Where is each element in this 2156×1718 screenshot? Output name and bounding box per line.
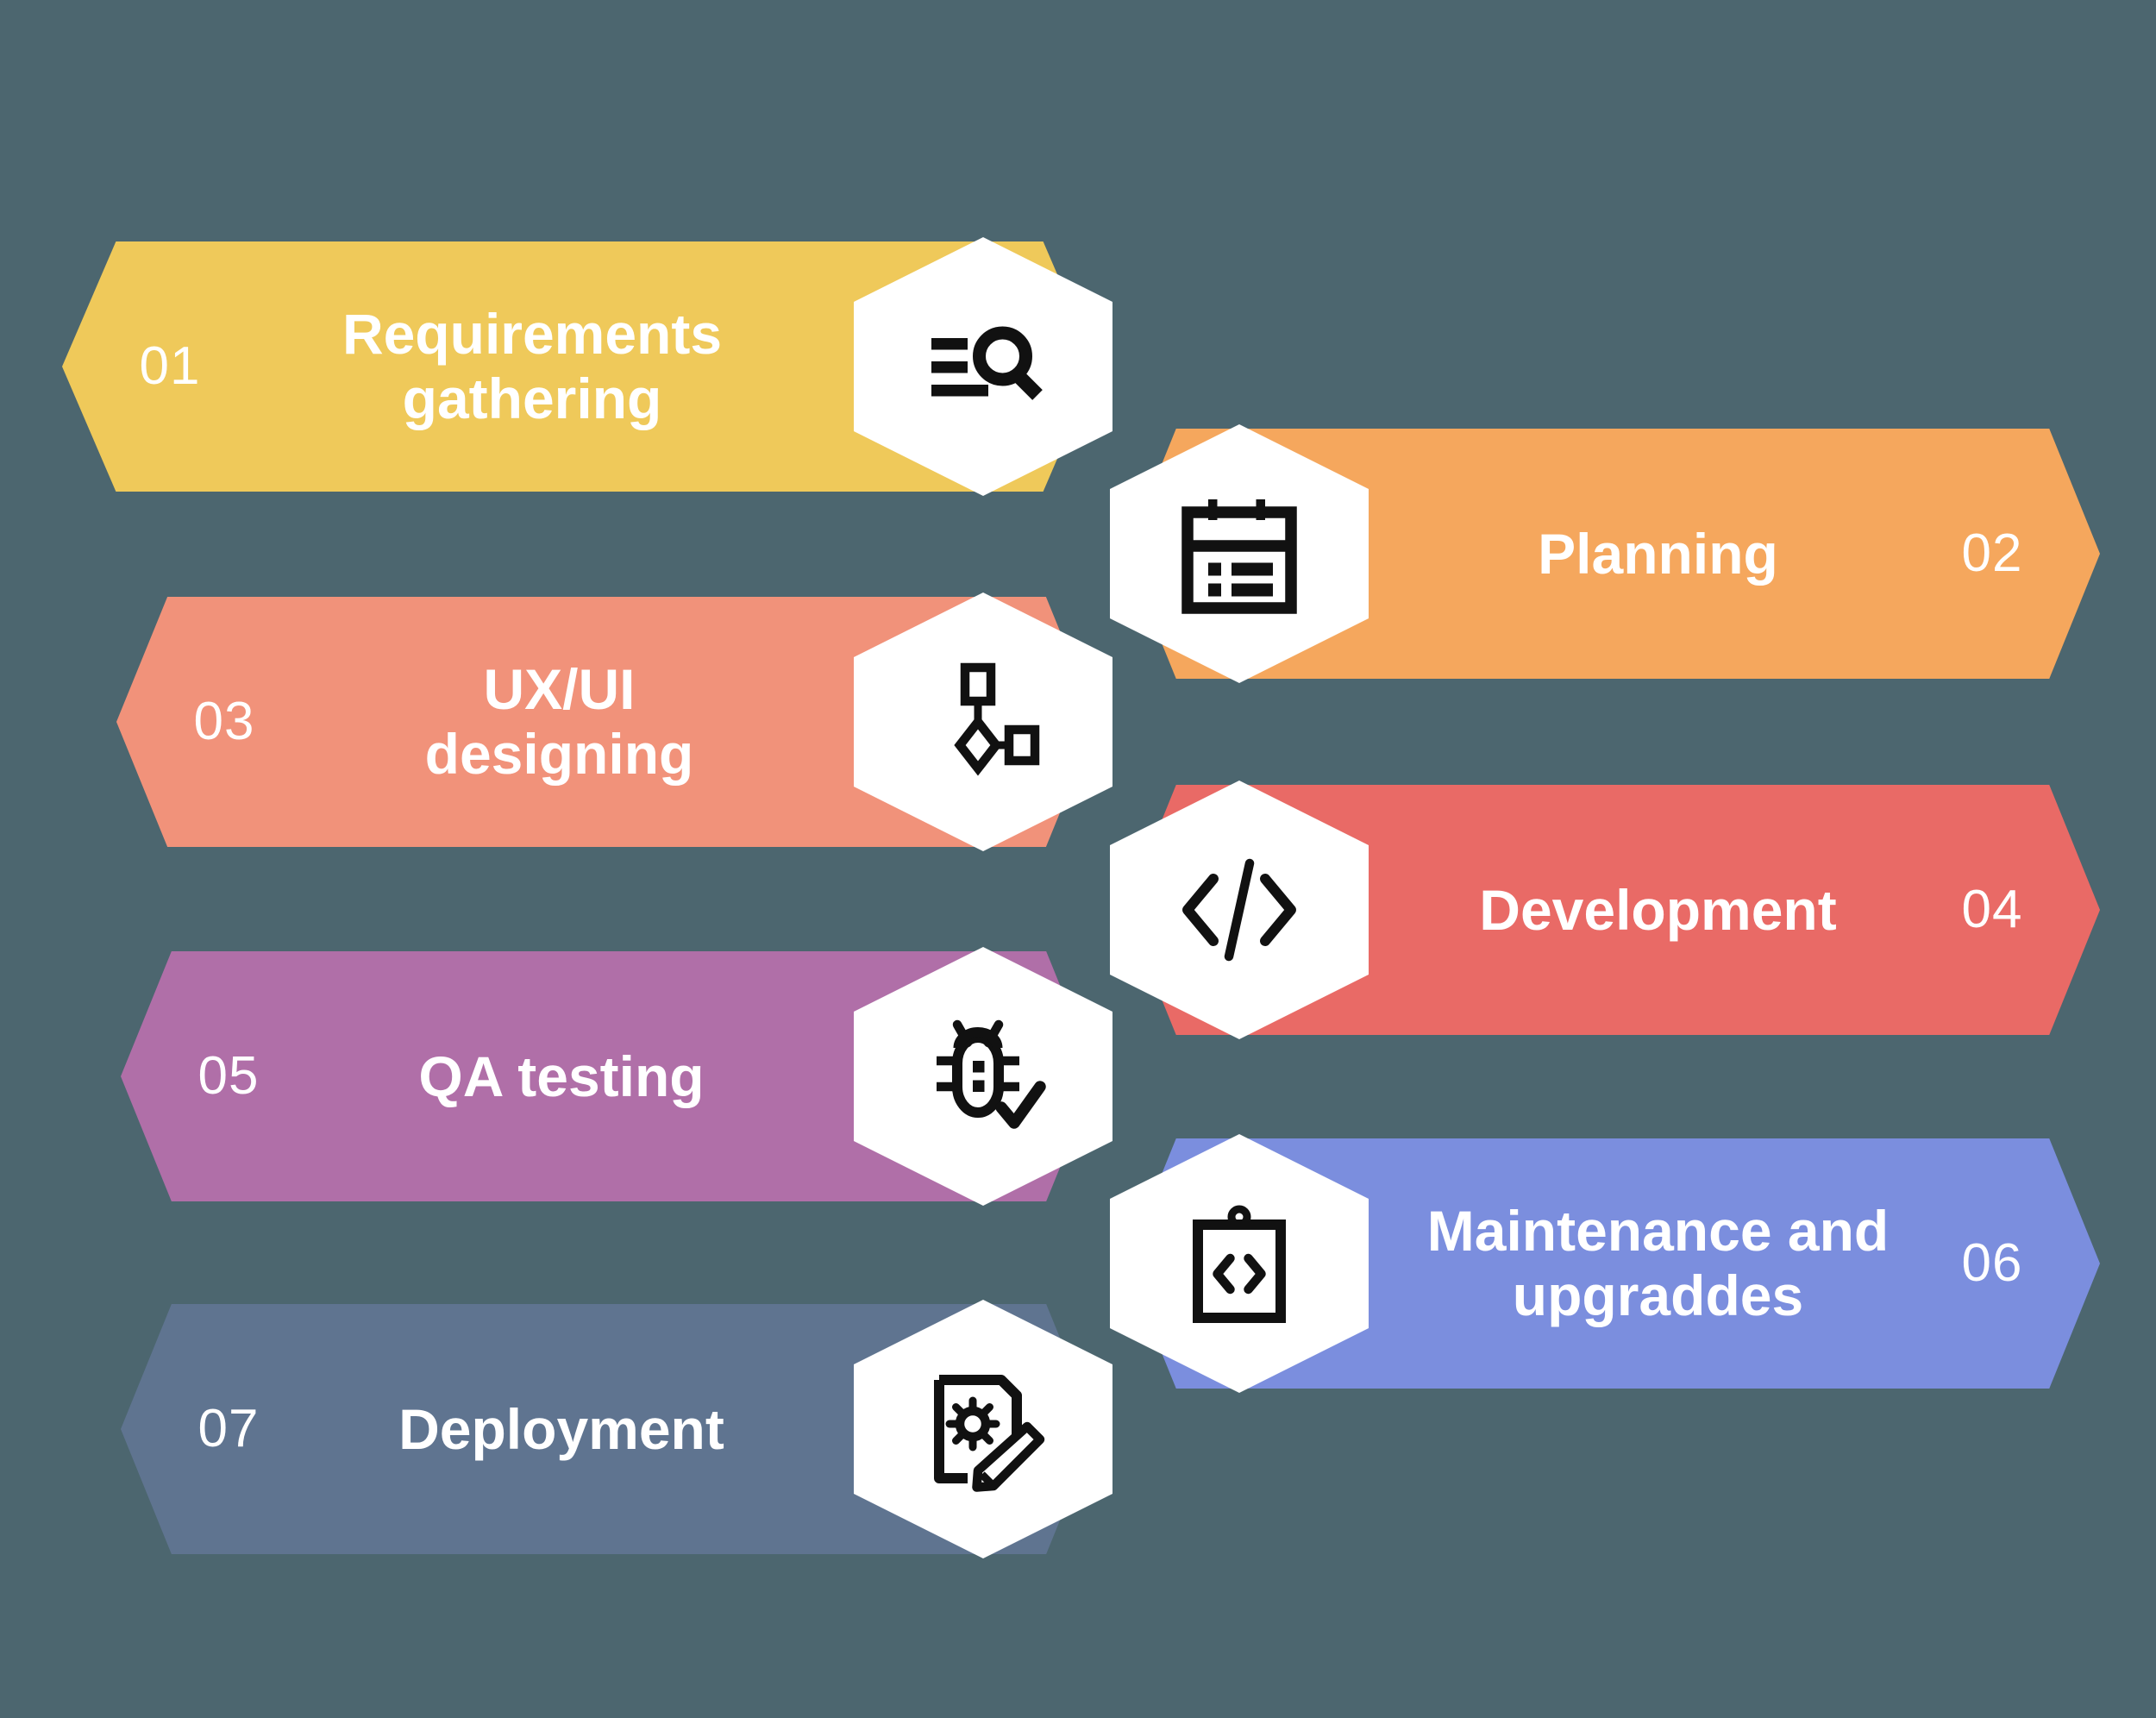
step-banner-04[interactable]: Development 04 — [1110, 781, 2100, 1039]
wireframe-flow-icon — [954, 662, 1040, 776]
step-title-line-1: Requirements — [342, 302, 723, 367]
step-banner-01[interactable]: 01 Requirements gathering — [62, 237, 1112, 496]
step-number-07: 07 — [197, 1399, 260, 1458]
step-banner-06[interactable]: Maintenance and upgraddes 06 — [1110, 1134, 2100, 1393]
step-title-05: QA testing — [285, 1044, 838, 1109]
step-number-04: 04 — [1961, 880, 2023, 939]
step-title-01: Requirements gathering — [226, 302, 838, 430]
step-title-line-2: gathering — [402, 367, 662, 430]
step-title-line-2: upgraddes — [1512, 1263, 1804, 1327]
step-banner-05[interactable]: 05 QA testing — [121, 947, 1112, 1206]
step-banner-02[interactable]: Planning 02 — [1110, 424, 2100, 683]
step-title-line-1: QA testing — [418, 1044, 705, 1108]
step-title-07: Deployment — [285, 1397, 838, 1462]
step-number-03: 03 — [193, 692, 255, 751]
step-banner-03[interactable]: 03 UX/UI designing — [116, 593, 1112, 851]
code-brackets-icon — [1182, 858, 1296, 962]
step-number-06: 06 — [1961, 1233, 2023, 1293]
step-title-line-2: designing — [424, 722, 694, 786]
bug-check-icon — [937, 1019, 1046, 1129]
step-number-01: 01 — [139, 336, 201, 396]
step-number-02: 02 — [1961, 524, 2023, 583]
document-gear-pencil-icon — [934, 1375, 1045, 1492]
clipboard-code-icon — [1193, 1205, 1286, 1323]
step-number-05: 05 — [197, 1046, 260, 1106]
diagram-canvas: 01 Requirements gathering Planning 02 03… — [0, 0, 2156, 1718]
step-title-03: UX/UI designing — [280, 657, 838, 786]
step-title-04: Development — [1384, 878, 1932, 943]
step-title-02: Planning — [1384, 522, 1932, 586]
step-title-line-1: Maintenance and — [1426, 1199, 1890, 1263]
requirements-search-icon — [931, 326, 1043, 400]
calendar-icon — [1181, 499, 1297, 614]
step-title-line-1: UX/UI — [483, 657, 636, 722]
step-title-06: Maintenance and upgraddes — [1384, 1199, 1932, 1327]
step-title-line-1: Planning — [1538, 521, 1778, 586]
step-banner-07[interactable]: 07 Deployment — [121, 1300, 1112, 1558]
step-title-line-1: Development — [1479, 877, 1837, 942]
step-title-line-1: Deployment — [398, 1396, 724, 1461]
